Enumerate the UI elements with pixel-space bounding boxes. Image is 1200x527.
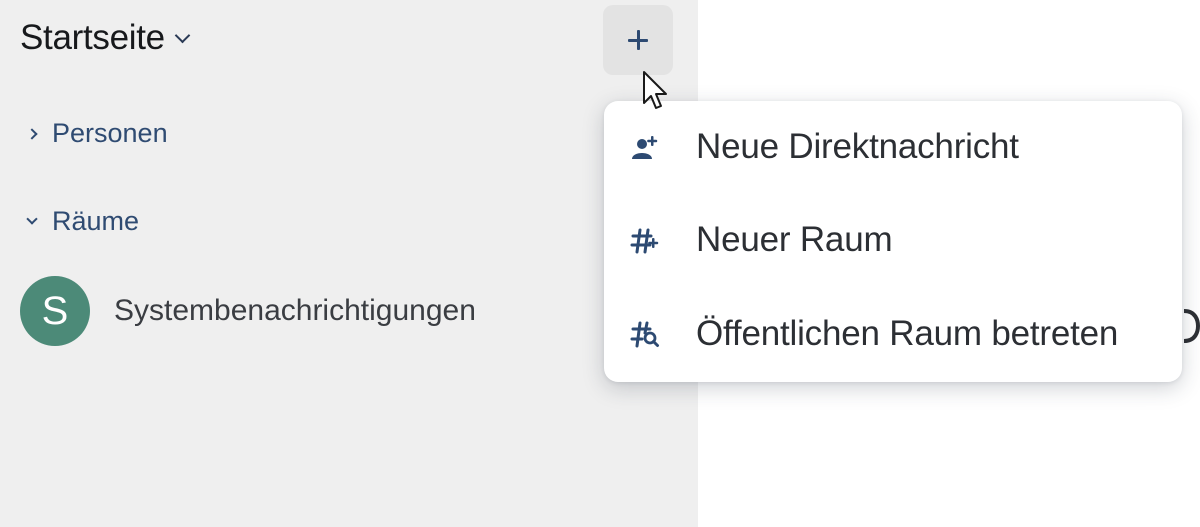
avatar: S (20, 276, 90, 346)
menu-item-label: Öffentlichen Raum betreten (696, 314, 1119, 353)
app-window: Startseite Personen Räume S Systembenach… (0, 0, 1200, 527)
section-label-people: Personen (52, 118, 168, 148)
chevron-down-icon (174, 27, 191, 43)
room-name: Systembenachrichtigungen (114, 294, 476, 327)
menu-item-new-room[interactable]: Neuer Raum (604, 209, 1182, 271)
chevron-right-icon (26, 127, 38, 140)
add-person-icon (630, 132, 660, 162)
hash-add-icon (630, 225, 660, 255)
home-title: Startseite (20, 18, 165, 57)
room-list-item[interactable]: S Systembenachrichtigungen (20, 276, 476, 346)
add-button[interactable] (603, 5, 673, 75)
menu-item-label: Neue Direktnachricht (696, 127, 1019, 166)
hash-search-icon (630, 319, 660, 349)
partially-hidden-text (1184, 307, 1200, 345)
plus-icon (628, 30, 648, 50)
section-header-people[interactable]: Personen (26, 118, 168, 149)
sidebar: Startseite Personen Räume S Systembenach… (0, 0, 698, 527)
menu-item-new-direct-message[interactable]: Neue Direktnachricht (604, 116, 1182, 178)
menu-item-join-public-room[interactable]: Öffentlichen Raum betreten (604, 303, 1182, 365)
mouse-cursor-icon (643, 71, 667, 109)
add-context-menu: Neue Direktnachricht Neuer Raum Öffentli… (604, 101, 1182, 382)
section-header-rooms[interactable]: Räume (26, 206, 140, 237)
menu-item-label: Neuer Raum (696, 220, 893, 259)
home-space-header[interactable]: Startseite (20, 18, 191, 58)
section-label-rooms: Räume (52, 206, 140, 236)
chevron-down-icon (26, 213, 38, 225)
